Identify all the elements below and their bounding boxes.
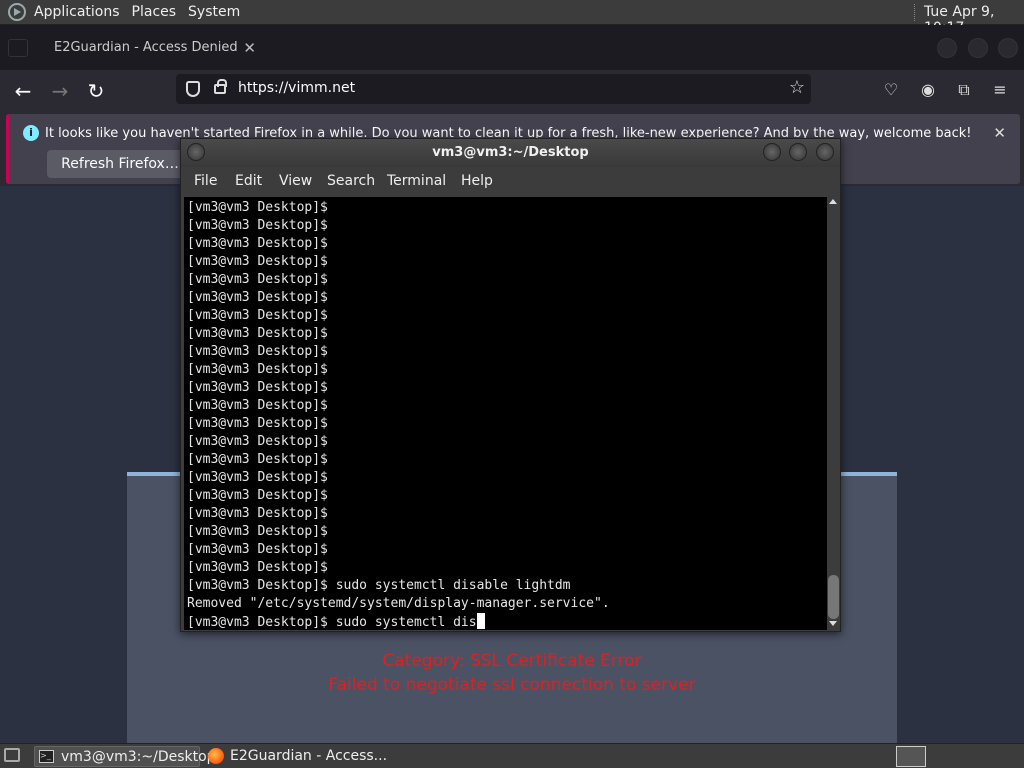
scroll-thumb[interactable]	[828, 575, 839, 619]
bottom-panel: >_ vm3@vm3:~/Desktop E2Guardian - Access…	[0, 743, 1024, 768]
refresh-firefox-button[interactable]: Refresh Firefox…	[47, 150, 193, 178]
terminal-text: [vm3@vm3 Desktop]$ [vm3@vm3 Desktop]$ [v…	[187, 200, 610, 630]
menu-edit[interactable]: Edit	[235, 173, 262, 189]
menu-help[interactable]: Help	[461, 173, 493, 189]
terminal-menubar: File Edit View Search Terminal Help	[181, 167, 840, 195]
extensions-icon[interactable]: ⧉	[953, 79, 975, 101]
firefox-view-icon[interactable]	[8, 39, 28, 57]
window-menu-icon[interactable]	[187, 143, 205, 161]
panel-separator	[914, 4, 916, 21]
applications-menu[interactable]: Applications	[28, 4, 126, 20]
places-menu[interactable]: Places	[126, 4, 183, 20]
lock-icon[interactable]	[214, 79, 227, 94]
terminal-title: vm3@vm3:~/Desktop	[432, 145, 589, 160]
menu-search[interactable]: Search	[327, 173, 375, 189]
back-arrow-icon[interactable]: ←	[10, 78, 36, 104]
error-category: Category: SSL Certificate Error	[382, 651, 642, 671]
terminal-scrollbar[interactable]	[827, 197, 840, 630]
scroll-up-arrow-icon[interactable]	[829, 199, 837, 204]
url-bar[interactable]: https://vimm.net ☆	[176, 74, 811, 104]
distro-logo-icon[interactable]	[8, 3, 26, 21]
taskbar-item-firefox[interactable]: E2Guardian - Access...	[204, 746, 394, 767]
terminal-icon: >_	[39, 750, 54, 763]
menu-terminal[interactable]: Terminal	[387, 173, 446, 189]
tab-title: E2Guardian - Access Denied	[54, 40, 238, 55]
terminal-output[interactable]: [vm3@vm3 Desktop]$ [vm3@vm3 Desktop]$ [v…	[184, 197, 827, 630]
menu-file[interactable]: File	[194, 173, 217, 189]
forward-arrow-icon[interactable]: →	[47, 78, 73, 104]
task-label: E2Guardian - Access...	[230, 748, 388, 764]
taskbar-item-terminal[interactable]: >_ vm3@vm3:~/Desktop	[34, 746, 216, 767]
error-detail: Failed to negotiate ssl connection to se…	[328, 675, 696, 695]
reload-icon[interactable]: ↻	[83, 78, 109, 104]
account-icon[interactable]: ◉	[917, 79, 939, 101]
minimize-button[interactable]	[763, 143, 781, 161]
close-window-button[interactable]	[998, 38, 1018, 58]
url-text[interactable]: https://vimm.net	[238, 80, 355, 96]
notification-close-icon[interactable]: ✕	[993, 124, 1006, 142]
tracking-shield-icon[interactable]	[186, 81, 200, 97]
terminal-window: vm3@vm3:~/Desktop File Edit View Search …	[180, 138, 841, 632]
workspace-switcher[interactable]	[896, 746, 926, 767]
tab-close-icon[interactable]: ✕	[243, 31, 256, 65]
minimize-button[interactable]	[937, 38, 957, 58]
system-menu[interactable]: System	[182, 4, 246, 20]
pocket-icon[interactable]: ♡	[880, 79, 902, 101]
info-icon: i	[23, 125, 39, 141]
firefox-tabbar: E2Guardian - Access Denied ✕	[0, 25, 1024, 70]
show-desktop-icon[interactable]	[4, 748, 20, 762]
firefox-navbar: ← → ↻ https://vimm.net ☆ ♡ ◉ ⧉ ≡	[0, 70, 1024, 112]
scroll-down-arrow-icon[interactable]	[829, 621, 837, 626]
terminal-cursor	[476, 613, 485, 629]
close-button[interactable]	[816, 143, 834, 161]
maximize-button[interactable]	[968, 38, 988, 58]
tab-e2guardian[interactable]: E2Guardian - Access Denied ✕	[36, 31, 266, 65]
top-panel: Applications Places System Tue Apr 9, 10…	[0, 0, 1024, 36]
task-label: vm3@vm3:~/Desktop	[61, 749, 216, 765]
menu-view[interactable]: View	[279, 173, 312, 189]
maximize-button[interactable]	[789, 143, 807, 161]
bookmark-star-icon[interactable]: ☆	[789, 77, 805, 98]
hamburger-menu-icon[interactable]: ≡	[989, 79, 1011, 101]
firefox-icon	[208, 748, 224, 764]
terminal-titlebar[interactable]: vm3@vm3:~/Desktop	[181, 139, 840, 167]
